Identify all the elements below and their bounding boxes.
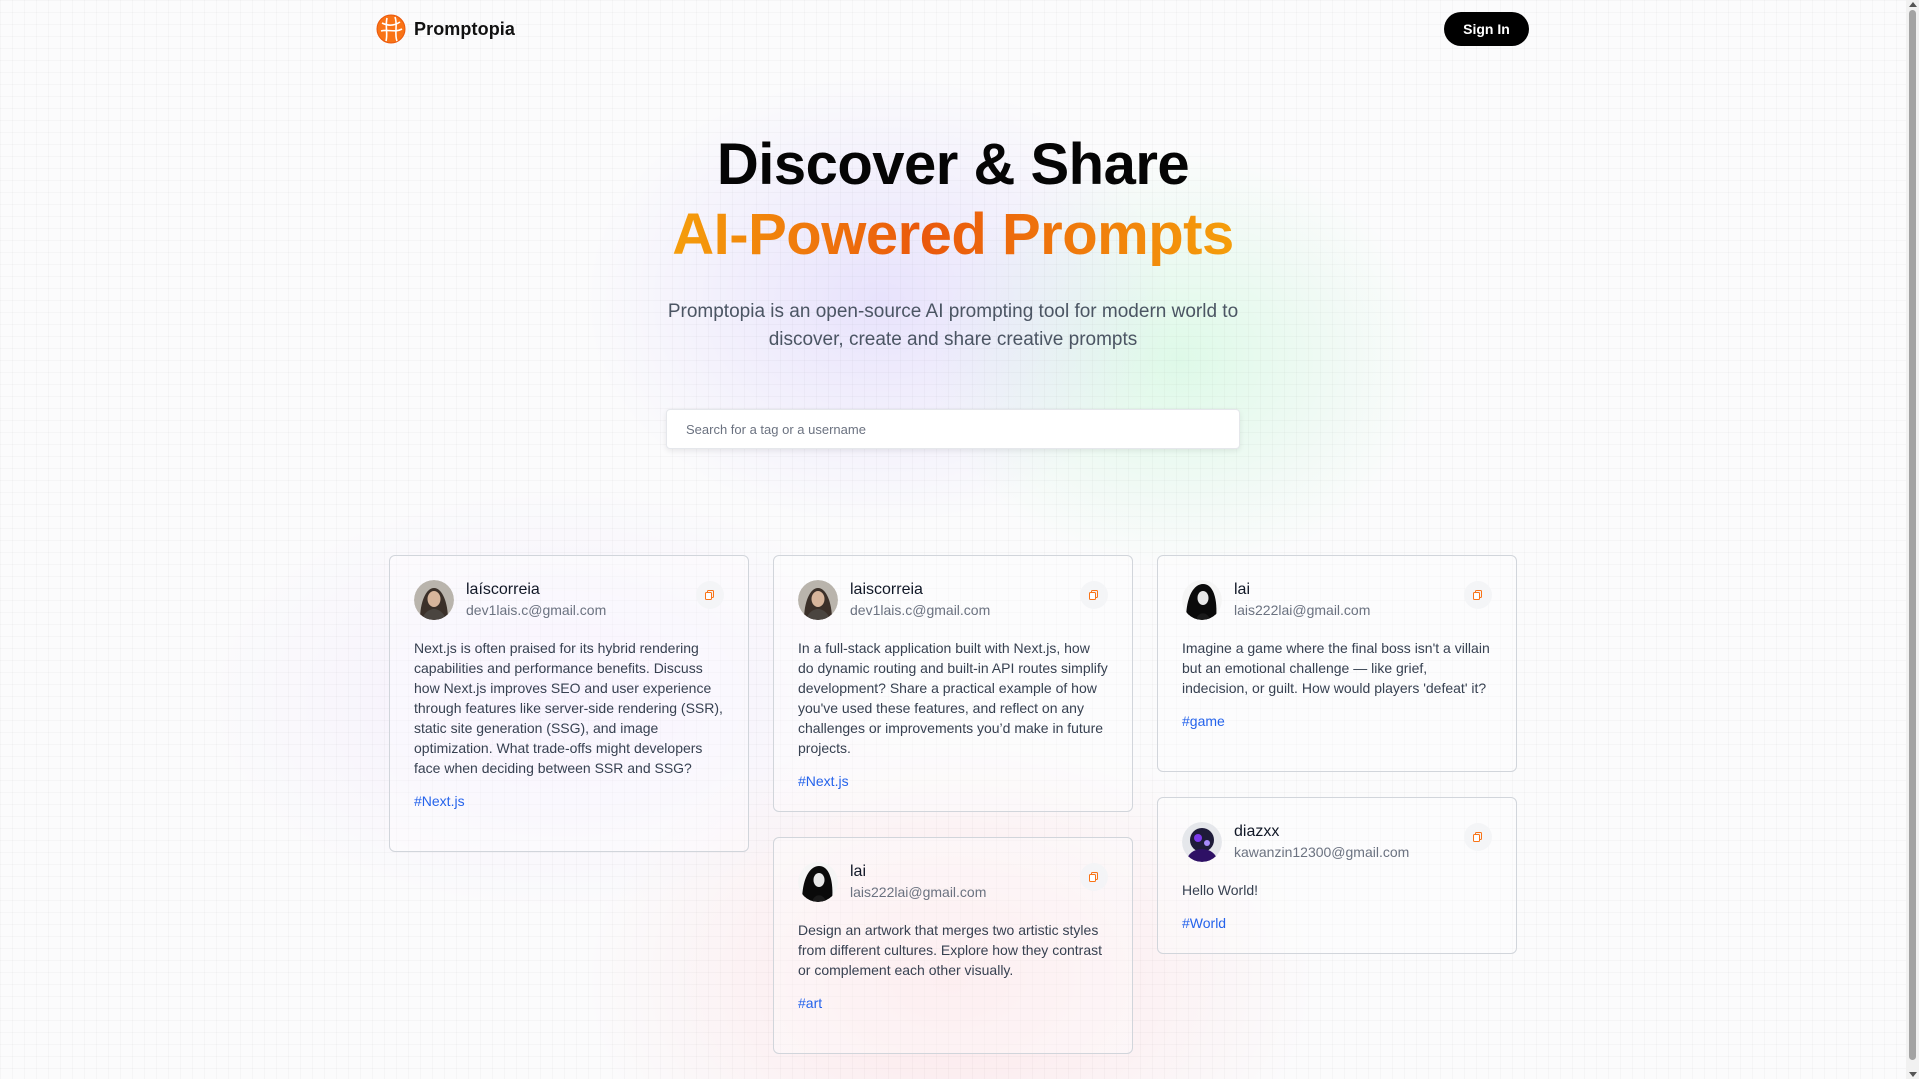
user-email: dev1lais.c@gmail.com [466, 602, 607, 618]
page-title: Discover & Share AI-Powered Prompts [0, 130, 1906, 270]
avatar [798, 580, 838, 620]
search-form [666, 409, 1240, 449]
prompt-card: diazxx kawanzin12300@gmail.com Hello Wor… [1157, 797, 1517, 954]
prompt-text: Hello World! [1182, 882, 1258, 898]
card-header: laiscorreia dev1lais.c@gmail.com [798, 580, 1108, 620]
user-email: lais222lai@gmail.com [850, 884, 987, 900]
avatar [414, 580, 454, 620]
user-email: kawanzin12300@gmail.com [1234, 844, 1410, 860]
search-input[interactable] [666, 409, 1240, 449]
prompt-text: Imagine a game where the final boss isn'… [1182, 640, 1490, 696]
copy-button[interactable] [1080, 581, 1108, 609]
copy-icon [1473, 832, 1482, 842]
prompt-text: Next.js is often praised for its hybrid … [414, 640, 723, 776]
username: laíscorreia [466, 581, 540, 598]
avatar [798, 862, 838, 902]
user-email: dev1lais.c@gmail.com [850, 602, 991, 618]
avatar [1182, 822, 1222, 862]
card-user[interactable]: laiscorreia dev1lais.c@gmail.com [798, 580, 990, 620]
card-user[interactable]: lai lais222lai@gmail.com [798, 862, 986, 902]
copy-button[interactable] [1464, 823, 1492, 851]
copy-icon [1473, 590, 1482, 600]
user-email: lais222lai@gmail.com [1234, 602, 1371, 618]
card-header: lai lais222lai@gmail.com [798, 862, 1108, 902]
username: diazxx [1234, 823, 1280, 840]
prompt-tag[interactable]: #Next.js [798, 773, 849, 789]
brand-name: Promptopia [414, 18, 516, 39]
promptopia-logo-icon [376, 14, 406, 44]
copy-button[interactable] [1464, 581, 1492, 609]
prompt-tag[interactable]: #art [798, 995, 822, 1011]
sign-in-button[interactable]: Sign In [1444, 12, 1529, 46]
card-header: laíscorreia dev1lais.c@gmail.com [414, 580, 724, 620]
page-scrollbar[interactable] [1906, 0, 1919, 1079]
hero-description: Promptopia is an open-source AI promptin… [667, 301, 1239, 350]
prompt-card: lai lais222lai@gmail.com Imagine a game … [1157, 555, 1517, 772]
card-header: diazxx kawanzin12300@gmail.com [1182, 822, 1492, 862]
username: lai [1234, 581, 1251, 598]
brand-link[interactable]: Promptopia [376, 14, 515, 44]
prompt-tag[interactable]: #game [1182, 713, 1225, 729]
prompt-card: laíscorreia dev1lais.c@gmail.com Next.js… [389, 555, 749, 852]
prompt-card: lai lais222lai@gmail.com Design an artwo… [773, 837, 1133, 1054]
scroll-down-icon[interactable] [1909, 1072, 1917, 1077]
prompt-text: Design an artwork that merges two artist… [798, 922, 1102, 978]
headline-line-2: AI-Powered Prompts [672, 200, 1234, 270]
copy-button[interactable] [1080, 863, 1108, 891]
scrollbar-thumb[interactable] [1909, 10, 1916, 1060]
username: laiscorreia [850, 581, 923, 598]
card-user[interactable]: laíscorreia dev1lais.c@gmail.com [414, 580, 606, 620]
scroll-up-icon[interactable] [1909, 2, 1917, 7]
hero-section: Discover & Share AI-Powered Prompts Prom… [0, 130, 1906, 354]
copy-icon [1089, 590, 1098, 600]
prompt-tag[interactable]: #World [1182, 915, 1226, 931]
avatar [1182, 580, 1222, 620]
prompt-card: laiscorreia dev1lais.c@gmail.com In a fu… [773, 555, 1133, 812]
prompt-text: In a full-stack application built with N… [798, 640, 1108, 756]
copy-button[interactable] [696, 581, 724, 609]
top-nav: Promptopia Sign In [376, 12, 1529, 46]
headline-line-1: Discover & Share [716, 132, 1190, 197]
card-user[interactable]: lai lais222lai@gmail.com [1182, 580, 1370, 620]
card-user[interactable]: diazxx kawanzin12300@gmail.com [1182, 822, 1409, 862]
copy-icon [1089, 872, 1098, 882]
username: lai [850, 863, 867, 880]
card-header: lai lais222lai@gmail.com [1182, 580, 1492, 620]
copy-icon [705, 590, 714, 600]
prompt-tag[interactable]: #Next.js [414, 793, 465, 809]
